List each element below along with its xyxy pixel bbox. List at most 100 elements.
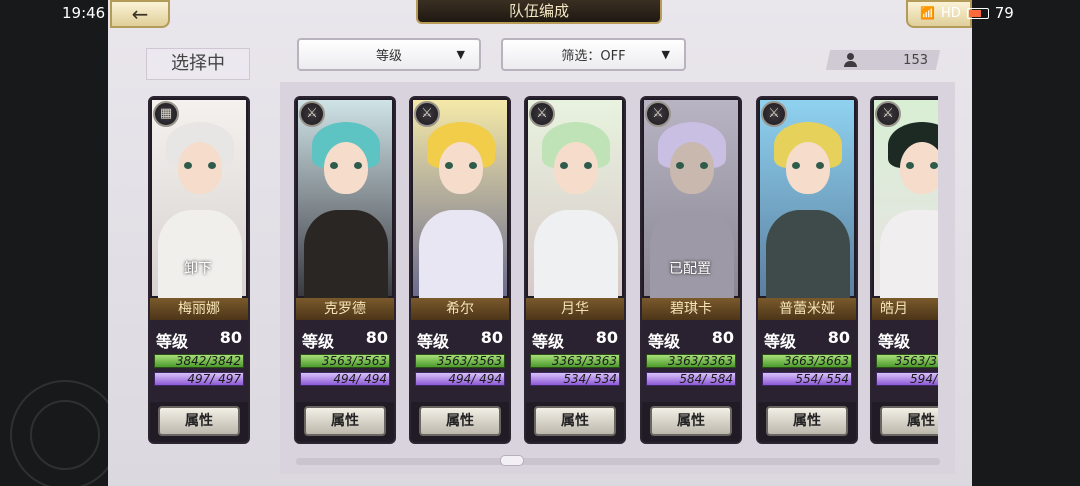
unit-name: 克罗德 xyxy=(296,298,394,320)
unit-stats: 等级 80 3563/3563 494/ 494 xyxy=(296,320,394,402)
unit-card[interactable]: ⚔ 已配置 碧琪卡 等级 80 3363/3363 584/ 584 属性 xyxy=(640,96,742,444)
battery-level: 79 xyxy=(994,4,1014,22)
class-icon: ⚔ xyxy=(529,101,555,127)
attribute-button[interactable]: 属性 xyxy=(880,406,938,436)
hp-bar: 3563/3 xyxy=(876,354,938,368)
scrollbar-thumb[interactable] xyxy=(500,455,524,466)
level-label: 等级 xyxy=(764,332,797,351)
level-label: 等级 xyxy=(532,332,565,351)
hp-bar: 3363/3363 xyxy=(530,354,620,368)
unit-stats: 等级 3563/3 594/ xyxy=(872,320,938,402)
unit-stats: 等级 80 3663/3663 554/ 554 xyxy=(758,320,856,402)
mp-bar: 494/ 494 xyxy=(415,372,505,386)
status-indicators: 📶 HD 79 xyxy=(920,4,1014,22)
horizontal-scrollbar[interactable] xyxy=(296,458,940,465)
hp-bar: 3363/3363 xyxy=(646,354,736,368)
level-label: 等级 xyxy=(417,332,450,351)
unit-stats: 等级 80 3363/3363 534/ 534 xyxy=(526,320,624,402)
back-arrow-icon: ← xyxy=(131,2,149,26)
mp-bar: 584/ 584 xyxy=(646,372,736,386)
unit-portrait xyxy=(760,100,854,300)
mp-bar: 554/ 554 xyxy=(762,372,852,386)
portrait-body xyxy=(766,210,850,300)
level-value: 80 xyxy=(711,328,734,347)
hp-bar: 3563/3563 xyxy=(300,354,390,368)
mp-bar: 497/ 497 xyxy=(154,372,244,386)
class-icon: ⚔ xyxy=(414,101,440,127)
unit-portrait xyxy=(874,100,938,300)
attribute-button[interactable]: 属性 xyxy=(766,406,848,436)
selected-unit-card[interactable]: ▦ 卸下 梅丽娜 等级 80 3842/3842 497/ 497 属性 xyxy=(148,96,250,444)
unit-stats: 等级 80 3842/3842 497/ 497 xyxy=(150,320,248,402)
level-label: 等级 xyxy=(878,332,911,351)
assigned-label: 已配置 xyxy=(669,261,711,277)
portrait-body xyxy=(419,210,503,300)
portrait-body xyxy=(880,210,938,300)
left-background xyxy=(0,0,120,486)
class-icon: ⚔ xyxy=(875,101,901,127)
class-icon: ⚔ xyxy=(761,101,787,127)
unit-name: 普蕾米娅 xyxy=(758,298,856,320)
signal-icon: 📶 xyxy=(920,6,935,20)
battery-icon xyxy=(966,7,989,19)
attribute-button[interactable]: 属性 xyxy=(419,406,501,436)
portrait-body xyxy=(158,210,242,300)
sort-dropdown[interactable]: 等级 ▼ xyxy=(297,38,481,71)
attribute-button[interactable]: 属性 xyxy=(650,406,732,436)
class-icon: ⚔ xyxy=(645,101,671,127)
mp-bar: 494/ 494 xyxy=(300,372,390,386)
attribute-button[interactable]: 属性 xyxy=(304,406,386,436)
unit-card[interactable]: ⚔ 月华 等级 80 3363/3363 534/ 534 属性 xyxy=(524,96,626,444)
level-value: 80 xyxy=(365,328,388,347)
attribute-button[interactable]: 属性 xyxy=(534,406,616,436)
unit-card[interactable]: ⚔ 皓月 等级 3563/3 594/ 属性 xyxy=(870,96,938,444)
attribute-button[interactable]: 属性 xyxy=(158,406,240,436)
level-label: 等级 xyxy=(156,332,189,351)
class-icon: ▦ xyxy=(153,101,179,127)
game-screen: ← 19:46 📶 HD 79 队伍编成 选择中 等级 ▼ 筛选：OFF ▼ 1… xyxy=(0,0,1080,486)
unit-portrait xyxy=(528,100,622,300)
level-value: 80 xyxy=(827,328,850,347)
filter-dropdown-value: 筛选：OFF xyxy=(561,49,626,64)
hp-bar: 3663/3663 xyxy=(762,354,852,368)
unit-name: 希尔 xyxy=(411,298,509,320)
dropdown-arrow-icon: ▼ xyxy=(661,48,670,61)
remove-label[interactable]: 卸下 xyxy=(150,258,246,278)
unit-name: 皓月 xyxy=(872,298,938,320)
portrait-body xyxy=(650,210,734,300)
page-title: 队伍编成 xyxy=(416,0,662,24)
back-button[interactable]: ← xyxy=(110,0,170,28)
status-time: 19:46 xyxy=(62,4,106,22)
unit-name: 碧琪卡 xyxy=(642,298,740,320)
filter-dropdown[interactable]: 筛选：OFF ▼ xyxy=(501,38,686,71)
unit-name: 月华 xyxy=(526,298,624,320)
unit-card[interactable]: ⚔ 普蕾米娅 等级 80 3663/3663 554/ 554 属性 xyxy=(756,96,858,444)
level-value: 80 xyxy=(219,328,242,347)
decorative-ring-inner xyxy=(30,400,100,470)
unit-name: 梅丽娜 xyxy=(150,298,248,320)
unit-card[interactable]: ⚔ 克罗德 等级 80 3563/3563 494/ 494 属性 xyxy=(294,96,396,444)
person-icon xyxy=(844,53,857,67)
unit-stats: 等级 80 3363/3363 584/ 584 xyxy=(642,320,740,402)
class-icon: ⚔ xyxy=(299,101,325,127)
unit-stats: 等级 80 3563/3563 494/ 494 xyxy=(411,320,509,402)
portrait-body xyxy=(534,210,618,300)
hp-bar: 3563/3563 xyxy=(415,354,505,368)
level-value: 80 xyxy=(595,328,618,347)
unit-portrait xyxy=(413,100,507,300)
unit-portrait xyxy=(298,100,392,300)
unit-count-value: 153 xyxy=(903,52,928,68)
unit-count: 153 xyxy=(840,50,940,70)
unit-card-clip: ⚔ 皓月 等级 3563/3 594/ 属性 xyxy=(870,96,938,444)
level-label: 等级 xyxy=(648,332,681,351)
mp-bar: 534/ 534 xyxy=(530,372,620,386)
dropdown-arrow-icon: ▼ xyxy=(456,48,465,61)
level-value: 80 xyxy=(480,328,503,347)
portrait-body xyxy=(304,210,388,300)
level-label: 等级 xyxy=(302,332,335,351)
mp-bar: 594/ xyxy=(876,372,938,386)
unit-card[interactable]: ⚔ 希尔 等级 80 3563/3563 494/ 494 属性 xyxy=(409,96,511,444)
hp-bar: 3842/3842 xyxy=(154,354,244,368)
right-background xyxy=(972,0,1080,486)
selecting-label: 选择中 xyxy=(146,48,250,80)
